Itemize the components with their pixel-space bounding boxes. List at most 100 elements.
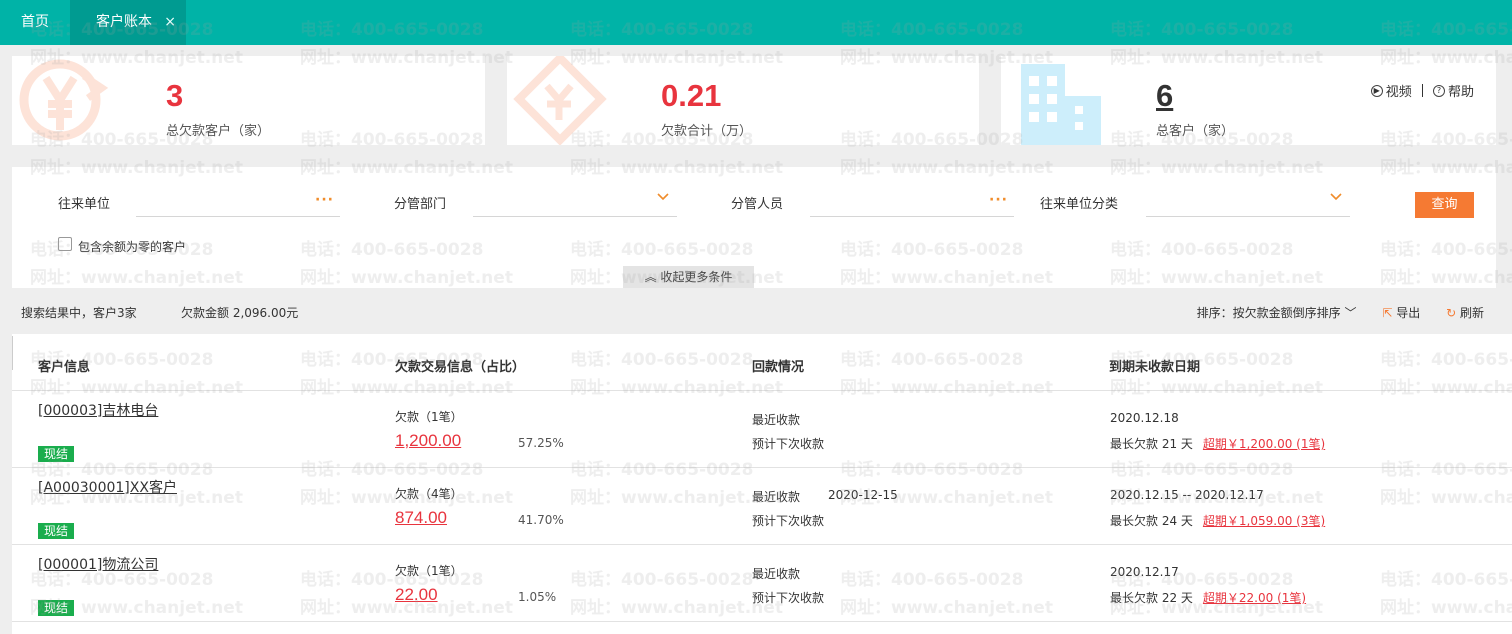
next-pay-label: 预计下次收款 [752, 591, 825, 605]
yen-ticket-icon [513, 56, 607, 145]
dept-select[interactable] [473, 185, 677, 217]
table-row: [A00030001]XX客户 现结 欠款（4笔） 874.00 41.70% … [12, 468, 1512, 545]
category-select[interactable] [1146, 185, 1350, 217]
export-icon: ⇱ [1382, 306, 1393, 320]
close-icon[interactable]: × [164, 0, 176, 45]
total-debtors-label: 总欠款客户（家） [166, 124, 271, 139]
export-label: 导出 [1396, 306, 1421, 320]
longest-debt: 最长欠款 22 天超期￥22.00 (1笔) [1110, 589, 1306, 606]
chevron-down-icon [1330, 193, 1342, 201]
longest-debt: 最长欠款 21 天超期￥1,200.00 (1笔) [1110, 435, 1325, 452]
table-row: [000001]物流公司 现结 欠款（1笔） 22.00 1.05% 最近收款 … [12, 545, 1512, 622]
video-link[interactable]: 视频 [1386, 81, 1412, 100]
longest-debt: 最长欠款 24 天超期￥1,059.00 (3笔) [1110, 512, 1325, 529]
debt-label: 欠款（4笔） [395, 487, 463, 501]
total-customers-label: 总客户（家） [1156, 124, 1235, 139]
longest-debt-text: 最长欠款 22 天 [1110, 591, 1193, 605]
customer-table: 客户信息 欠款交易信息（占比） 回款情况 到期未收款日期 [000003]吉林电… [12, 334, 1512, 634]
customer-link[interactable]: [A00030001]XX客户 [38, 477, 177, 497]
last-pay-label: 最近收款 [752, 490, 801, 504]
help-link[interactable]: 帮助 [1448, 81, 1474, 100]
top-tab-bar: 首页 客户账本 × [0, 0, 1512, 45]
longest-debt-text: 最长欠款 21 天 [1110, 437, 1193, 451]
header-due: 到期未收款日期 [1109, 360, 1201, 375]
card-total-debtors: 3 总欠款客户（家） [12, 56, 485, 145]
more-dots-icon[interactable]: ··· [315, 192, 334, 208]
tab-home[interactable]: 首页 [0, 0, 70, 45]
header-customer: 客户信息 [38, 360, 91, 375]
filter-panel: 往来单位 ··· 分管部门 分管人员 ··· 往来单位分类 查询 包含余额为零的… [12, 167, 1496, 288]
total-customers-value[interactable]: 6 [1156, 78, 1173, 114]
export-button[interactable]: ⇱ 导出 [1382, 304, 1420, 321]
table-row: [000003]吉林电台 现结 欠款（1笔） 1,200.00 57.25% 最… [12, 391, 1512, 468]
building-icon [1021, 64, 1101, 145]
question-icon: ? [1432, 84, 1445, 97]
status-badge: 现结 [38, 446, 75, 462]
customer-link[interactable]: [000003]吉林电台 [38, 400, 158, 420]
more-dots-icon[interactable]: ··· [989, 192, 1008, 208]
header-debt: 欠款交易信息（占比） [395, 360, 526, 375]
refresh-label: 刷新 [1459, 306, 1484, 320]
total-debt-value: 0.21 [661, 78, 722, 113]
result-amount: 欠款金额 2,096.00元 [181, 306, 299, 320]
divider [12, 336, 13, 370]
customer-link[interactable]: [000001]物流公司 [38, 554, 158, 574]
partner-input[interactable]: ··· [136, 185, 340, 217]
last-pay-label: 最近收款 [752, 413, 801, 427]
tab-customer-ledger[interactable]: 客户账本 × [70, 0, 186, 45]
status-badge: 现结 [38, 523, 75, 539]
sort-dropdown[interactable]: 排序：按欠款金额倒序排序 ﹀ [1197, 304, 1357, 321]
tab-customer-ledger-label: 客户账本 [96, 14, 152, 30]
due-date: 2020.12.17 [1110, 565, 1179, 579]
refresh-button[interactable]: ↻ 刷新 [1446, 304, 1484, 321]
refresh-icon: ↻ [1446, 306, 1457, 320]
help-links: ▶ 视频 ? 帮助 [1370, 81, 1474, 100]
debt-label: 欠款（1笔） [395, 410, 463, 424]
last-pay-date: 2020-12-15 [828, 488, 898, 502]
due-date: 2020.12.18 [1110, 411, 1179, 425]
table-header: 客户信息 欠款交易信息（占比） 回款情况 到期未收款日期 [12, 334, 1512, 391]
divider [1421, 84, 1423, 97]
collapse-label: 收起更多条件 [660, 270, 733, 284]
overdue-link[interactable]: 超期￥1,200.00 (1笔) [1203, 437, 1325, 451]
staff-input[interactable]: ··· [810, 185, 1014, 217]
category-label: 往来单位分类 [1040, 197, 1119, 212]
debt-amount[interactable]: 22.00 [395, 585, 438, 605]
staff-label: 分管人员 [731, 197, 784, 212]
debt-amount[interactable]: 1,200.00 [395, 431, 461, 451]
debt-percent: 57.25% [518, 436, 564, 450]
debt-percent: 41.70% [518, 513, 564, 527]
next-pay-label: 预计下次收款 [752, 437, 825, 451]
overdue-link[interactable]: 超期￥22.00 (1笔) [1203, 591, 1306, 605]
next-pay-label: 预计下次收款 [752, 514, 825, 528]
chevron-up-icon: ︽ [644, 270, 657, 284]
debt-amount[interactable]: 874.00 [395, 508, 447, 528]
card-total-customers: 6 总客户（家） ▶ 视频 ? 帮助 [1001, 56, 1496, 145]
play-icon: ▶ [1370, 84, 1383, 97]
result-actions: 排序：按欠款金额倒序排序 ﹀ ⇱ 导出 ↻ 刷新 [1175, 304, 1484, 321]
partner-label: 往来单位 [58, 197, 111, 212]
result-summary: 搜索结果中，客户3家 [21, 306, 137, 320]
yen-coin-icon [19, 59, 109, 141]
last-pay-label: 最近收款 [752, 567, 801, 581]
total-debtors-value: 3 [166, 78, 184, 113]
result-bar: 搜索结果中，客户3家 欠款金额 2,096.00元 排序：按欠款金额倒序排序 ﹀… [12, 288, 1496, 334]
dept-label: 分管部门 [394, 197, 447, 212]
sort-label: 排序：按欠款金额倒序排序 [1196, 306, 1341, 320]
include-zero-label: 包含余额为零的客户 [78, 240, 187, 254]
card-total-debt: 0.21 欠款合计（万） [507, 56, 979, 145]
due-date: 2020.12.15 -- 2020.12.17 [1110, 488, 1264, 502]
overdue-link[interactable]: 超期￥1,059.00 (3笔) [1203, 514, 1325, 528]
summary-panel: 3 总欠款客户（家） 0.21 欠款合计（万） 6 总客户（家） ▶ 视频 ? 帮助 [12, 56, 1496, 145]
total-debt-label: 欠款合计（万） [661, 124, 753, 139]
include-zero-checkbox[interactable] [58, 237, 72, 251]
status-badge: 现结 [38, 600, 75, 616]
debt-label: 欠款（1笔） [395, 564, 463, 578]
chevron-down-icon: ﹀ [1344, 306, 1357, 320]
chevron-down-icon [657, 193, 669, 201]
debt-percent: 1.05% [518, 590, 557, 604]
longest-debt-text: 最长欠款 24 天 [1110, 514, 1193, 528]
collapse-conditions-button[interactable]: ︽ 收起更多条件 [623, 266, 754, 288]
header-payment: 回款情况 [752, 360, 805, 375]
query-button[interactable]: 查询 [1415, 192, 1474, 218]
